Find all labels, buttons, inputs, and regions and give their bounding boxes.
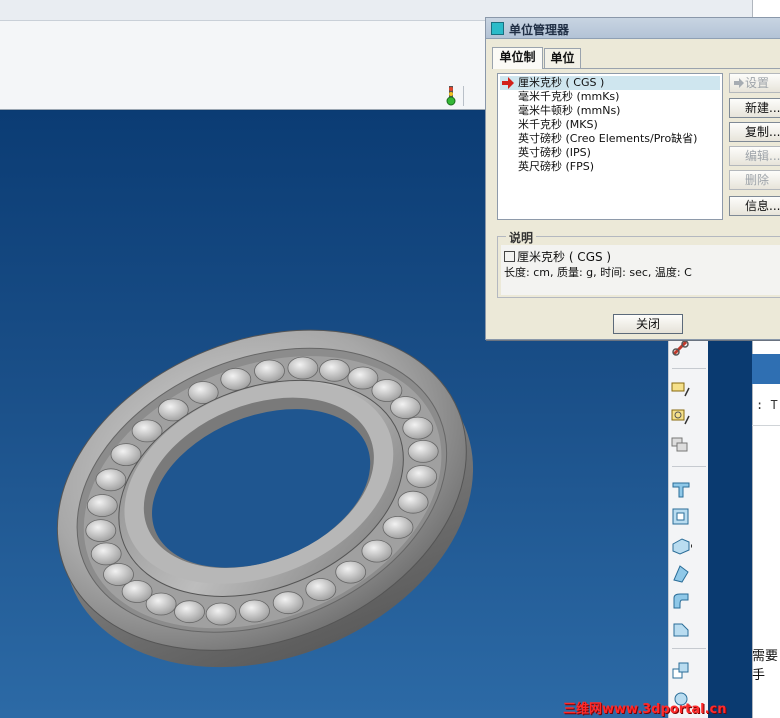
copy-button[interactable]: 复制... [729,122,780,142]
roller [382,515,414,539]
roller [305,578,337,601]
watermark-text: 三维网www.3dportal.cn [563,702,727,717]
toolbar-divider [463,86,464,106]
roller [406,465,438,488]
toolbar-separator [672,648,706,649]
arrow-right-icon [734,78,744,88]
extrude-icon[interactable] [670,478,692,500]
roller [319,358,350,382]
units-manager-dialog: 单位管理器 单位制 单位 厘米克秒 ( CGS ) 毫米千克秒 (mmKs) 毫… [485,17,780,340]
roller [205,602,237,626]
tab-units[interactable]: 单位 [544,48,581,68]
description-title-text: 厘米克秒 ( CGS ) [517,250,612,264]
dialog-title: 单位管理器 [509,23,570,37]
roller [103,563,134,586]
list-item[interactable]: 英寸磅秒 (IPS) [518,146,591,160]
panel-header [752,354,780,384]
info-button[interactable]: 信息... [729,196,780,216]
list-item[interactable]: 米千克秒 (MKS) [518,118,598,132]
roller [95,468,127,492]
roller [390,396,421,419]
panel-text: : T [756,398,778,412]
blend-icon[interactable] [670,562,692,584]
roller [397,490,429,514]
list-item[interactable]: 毫米牛顿秒 (mmNs) [518,104,620,118]
roller [174,600,205,624]
list-item[interactable]: 毫米千克秒 (mmKs) [518,90,619,104]
dialog-titlebar[interactable]: 单位管理器 [486,18,780,39]
round-icon[interactable] [670,590,692,612]
copy-feature-icon[interactable] [670,660,692,682]
checkbox-glyph-icon [504,251,515,262]
roller [86,494,118,517]
set-button[interactable]: 设置 [729,73,780,93]
unit-system-list[interactable]: 厘米克秒 ( CGS ) 毫米千克秒 (mmKs) 毫米牛顿秒 (mmNs) 米… [497,73,723,220]
delete-button[interactable]: 删除 [729,170,780,190]
roller [335,560,367,584]
traffic-light-icon[interactable] [445,86,457,106]
link-icon[interactable] [670,338,692,360]
roller [407,439,439,463]
set-button-label: 设置 [745,76,770,90]
panel-divider [752,425,780,426]
datum-axis-icon[interactable] [670,406,692,428]
roller [110,443,142,467]
shell-icon[interactable] [670,506,692,528]
roller [402,416,434,440]
chamfer-icon[interactable] [670,618,692,640]
roller [272,591,304,615]
sweep-icon[interactable] [670,534,692,556]
coordinate-system-icon[interactable] [670,434,692,456]
roller [239,599,270,623]
description-label: 说明 [506,229,537,246]
current-arrow-icon [502,77,514,89]
app-icon [491,22,504,35]
list-item[interactable]: 厘米克秒 ( CGS ) [518,76,604,90]
roller [361,539,393,563]
roller [90,542,122,566]
edit-button[interactable]: 编辑... [729,146,780,166]
new-button[interactable]: 新建... [729,98,780,118]
description-title: 厘米克秒 ( CGS ) [504,248,611,265]
roller [220,367,252,391]
toolbar-separator [672,466,706,467]
close-button[interactable]: 关闭 [613,314,683,334]
panel-text: 需要手 [752,649,779,683]
roller [287,356,319,380]
description-text: 长度: cm, 质量: g, 时间: sec, 温度: C [504,266,692,279]
datum-plane-icon[interactable] [670,378,692,400]
list-item[interactable]: 英寸磅秒 (Creo Elements/Pro缺省) [518,132,697,146]
roller [85,519,117,543]
toolbar-separator [672,368,706,369]
roller [254,359,285,383]
tab-unit-systems[interactable]: 单位制 [492,47,543,69]
list-item[interactable]: 英尺磅秒 (FPS) [518,160,594,174]
